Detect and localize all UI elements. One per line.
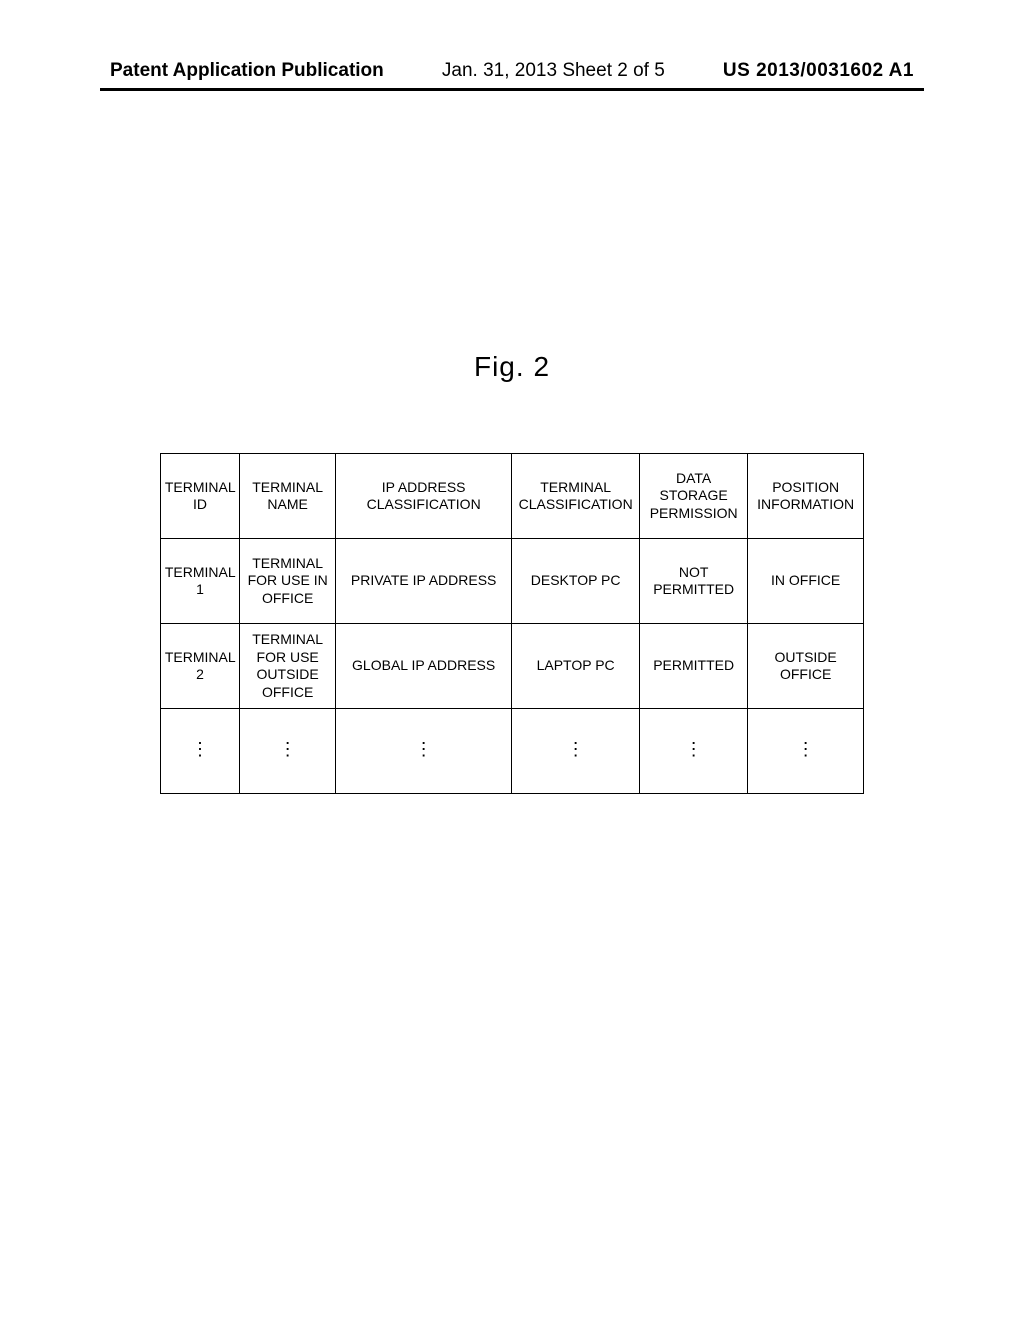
col-terminal-id: TERMINAL ID (160, 454, 239, 539)
cell-terminal-class: LAPTOP PC (512, 624, 640, 709)
col-terminal-name: TERMINAL NAME (240, 454, 336, 539)
page: Patent Application Publication Jan. 31, … (0, 0, 1024, 1320)
cell-ip-class: GLOBAL IP ADDRESS (336, 624, 512, 709)
cell-terminal-class: DESKTOP PC (512, 539, 640, 624)
ellipsis-icon: ⋮ (512, 709, 640, 794)
ellipsis-icon: ⋮ (748, 709, 864, 794)
col-ip-classification: IP ADDRESS CLASSIFICATION (336, 454, 512, 539)
cell-terminal-name: TERMINAL FOR USE IN OFFICE (240, 539, 336, 624)
table-row-ellipsis: ⋮ ⋮ ⋮ ⋮ ⋮ ⋮ (160, 709, 863, 794)
table-header-row: TERMINAL ID TERMINAL NAME IP ADDRESS CLA… (160, 454, 863, 539)
table-wrap: TERMINAL ID TERMINAL NAME IP ADDRESS CLA… (100, 453, 924, 794)
col-position-info: POSITION INFORMATION (748, 454, 864, 539)
cell-data-storage: PERMITTED (640, 624, 748, 709)
cell-ip-class: PRIVATE IP ADDRESS (336, 539, 512, 624)
ellipsis-icon: ⋮ (640, 709, 748, 794)
ellipsis-icon: ⋮ (240, 709, 336, 794)
ellipsis-icon: ⋮ (336, 709, 512, 794)
col-terminal-classification: TERMINAL CLASSIFICATION (512, 454, 640, 539)
header-right: US 2013/0031602 A1 (723, 60, 914, 82)
cell-terminal-id: TERMINAL 1 (160, 539, 239, 624)
header-left: Patent Application Publication (110, 60, 384, 82)
header-rule (100, 88, 924, 91)
figure-label: Fig. 2 (100, 351, 924, 383)
page-header: Patent Application Publication Jan. 31, … (100, 60, 924, 88)
header-center: Jan. 31, 2013 Sheet 2 of 5 (442, 60, 665, 82)
cell-data-storage: NOT PERMITTED (640, 539, 748, 624)
cell-terminal-name: TERMINAL FOR USE OUTSIDE OFFICE (240, 624, 336, 709)
table-row: TERMINAL 1 TERMINAL FOR USE IN OFFICE PR… (160, 539, 863, 624)
terminal-table: TERMINAL ID TERMINAL NAME IP ADDRESS CLA… (160, 453, 864, 794)
cell-position: IN OFFICE (748, 539, 864, 624)
table-row: TERMINAL 2 TERMINAL FOR USE OUTSIDE OFFI… (160, 624, 863, 709)
col-data-storage: DATA STORAGE PERMISSION (640, 454, 748, 539)
ellipsis-icon: ⋮ (160, 709, 239, 794)
cell-position: OUTSIDE OFFICE (748, 624, 864, 709)
cell-terminal-id: TERMINAL 2 (160, 624, 239, 709)
